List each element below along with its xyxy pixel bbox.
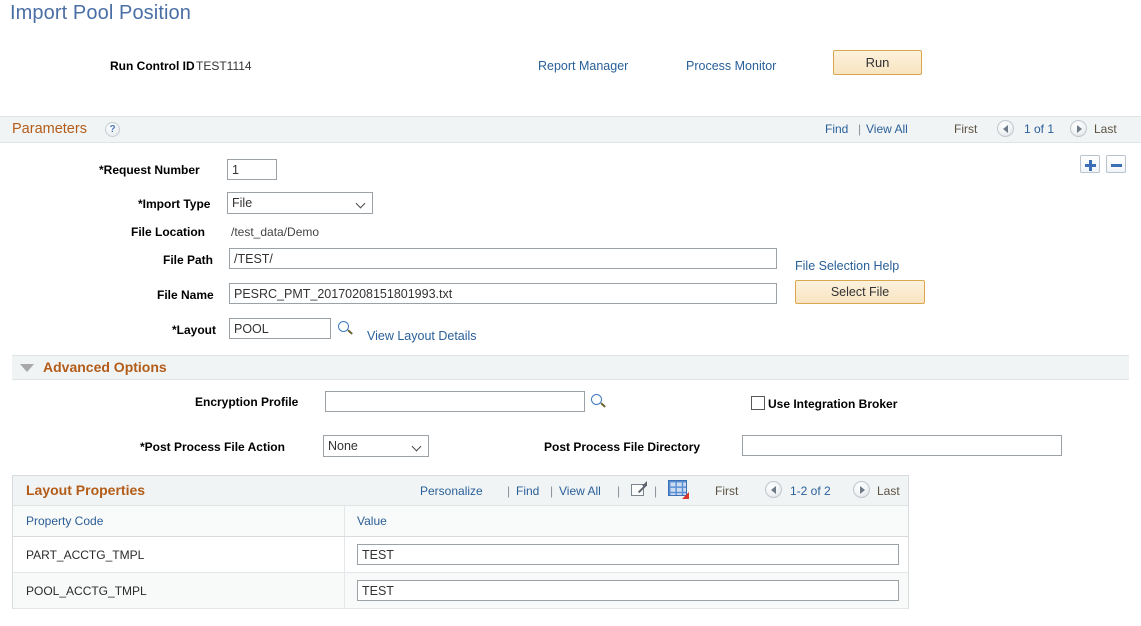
grid-toolbar-separator: | — [550, 484, 553, 498]
run-control-id-value: TEST1114 — [196, 59, 252, 73]
column-divider — [344, 506, 345, 536]
column-header-property-code[interactable]: Property Code — [26, 514, 103, 528]
cell-property-code: PART_ACCTG_TMPL — [26, 548, 144, 562]
file-location-label: File Location — [131, 225, 205, 239]
post-process-file-directory-input[interactable] — [742, 435, 1062, 456]
parameters-view-all-link[interactable]: View All — [866, 122, 908, 136]
magnifier-icon[interactable] — [338, 321, 354, 337]
cell-divider — [344, 573, 345, 608]
layout-properties-grid: Layout Properties Personalize | Find | V… — [12, 475, 909, 609]
file-name-input[interactable] — [229, 283, 777, 304]
parameters-section-title: Parameters — [12, 121, 87, 137]
grid-toolbar-separator: | — [654, 484, 657, 498]
advanced-options-bar — [12, 355, 1129, 380]
grid-view-all-link[interactable]: View All — [559, 484, 601, 498]
layout-label: *Layout — [172, 323, 216, 337]
advanced-options-title: Advanced Options — [43, 359, 167, 375]
request-number-label: *Request Number — [99, 163, 200, 177]
expand-grid-icon[interactable] — [631, 481, 648, 498]
post-process-file-action-label: *Post Process File Action — [140, 440, 285, 454]
magnifier-icon[interactable] — [591, 394, 607, 410]
import-type-label: *Import Type — [138, 197, 210, 211]
parameters-last-label[interactable]: Last — [1094, 122, 1117, 136]
grid-first-label[interactable]: First — [715, 484, 738, 498]
select-file-button[interactable]: Select File — [795, 280, 925, 304]
parameters-find-link[interactable]: Find — [825, 122, 848, 136]
post-process-file-action-wrapper: None — [323, 435, 429, 457]
page-title: Import Pool Position — [10, 2, 191, 25]
layout-input[interactable] — [229, 318, 331, 339]
triangle-down-icon[interactable] — [20, 364, 34, 372]
encryption-profile-input[interactable] — [325, 391, 585, 412]
post-process-file-directory-label: Post Process File Directory — [544, 440, 700, 454]
expand-arrow — [637, 481, 647, 491]
add-row-button[interactable] — [1080, 155, 1100, 173]
cell-value-input[interactable] — [357, 580, 899, 601]
run-control-row: Run Control ID TEST1114 Report Manager P… — [0, 56, 1141, 82]
import-pool-position-page: Import Pool Position Run Control ID TEST… — [0, 0, 1141, 626]
parameters-nav-separator: | — [858, 122, 861, 136]
post-process-file-action-select[interactable]: None — [323, 435, 429, 457]
view-layout-details-link[interactable]: View Layout Details — [367, 329, 477, 343]
import-type-select[interactable]: File — [227, 192, 373, 214]
left-arrow-icon[interactable] — [997, 120, 1014, 137]
magnifier-handle — [347, 329, 353, 335]
right-arrow-icon[interactable] — [853, 481, 870, 498]
run-control-id-label: Run Control ID — [110, 59, 195, 73]
use-integration-broker-label[interactable]: Use Integration Broker — [768, 397, 897, 411]
file-path-label: File Path — [163, 253, 213, 267]
left-arrow-icon[interactable] — [765, 481, 782, 498]
layout-properties-title: Layout Properties — [26, 482, 145, 498]
file-path-input[interactable] — [229, 248, 777, 269]
parameters-first-label[interactable]: First — [954, 122, 977, 136]
process-monitor-link[interactable]: Process Monitor — [686, 59, 776, 73]
personalize-link[interactable]: Personalize — [420, 484, 483, 498]
table-row: PART_ACCTG_TMPL — [13, 537, 908, 573]
cell-divider — [344, 537, 345, 572]
grid-header: Layout Properties Personalize | Find | V… — [13, 476, 908, 506]
table-row: POOL_ACCTG_TMPL — [13, 573, 908, 609]
encryption-profile-label: Encryption Profile — [195, 395, 298, 409]
file-location-value: /test_data/Demo — [231, 225, 319, 239]
request-number-input[interactable] — [227, 159, 277, 180]
column-header-value[interactable]: Value — [357, 514, 387, 528]
file-name-label: File Name — [157, 288, 214, 302]
report-manager-link[interactable]: Report Manager — [538, 59, 628, 73]
grid-find-link[interactable]: Find — [516, 484, 539, 498]
magnifier-handle — [600, 402, 606, 408]
spreadsheet-marker — [682, 492, 689, 499]
grid-toolbar-separator: | — [617, 484, 620, 498]
parameters-row-counter: 1 of 1 — [1024, 122, 1054, 136]
grid-column-headers: Property Code Value — [13, 506, 908, 537]
file-selection-help-link[interactable]: File Selection Help — [795, 259, 899, 273]
cell-value-input[interactable] — [357, 544, 899, 565]
grid-toolbar-separator: | — [507, 484, 510, 498]
delete-row-button[interactable] — [1106, 155, 1126, 173]
cell-property-code: POOL_ACCTG_TMPL — [26, 584, 147, 598]
use-integration-broker-checkbox[interactable] — [751, 396, 765, 410]
question-mark-icon[interactable]: ? — [105, 122, 120, 137]
download-spreadsheet-icon[interactable] — [668, 480, 688, 498]
run-button[interactable]: Run — [833, 50, 922, 75]
grid-row-counter: 1-2 of 2 — [790, 484, 831, 498]
import-type-select-wrapper: File — [227, 192, 373, 214]
grid-last-label[interactable]: Last — [877, 484, 900, 498]
right-arrow-icon[interactable] — [1070, 120, 1087, 137]
